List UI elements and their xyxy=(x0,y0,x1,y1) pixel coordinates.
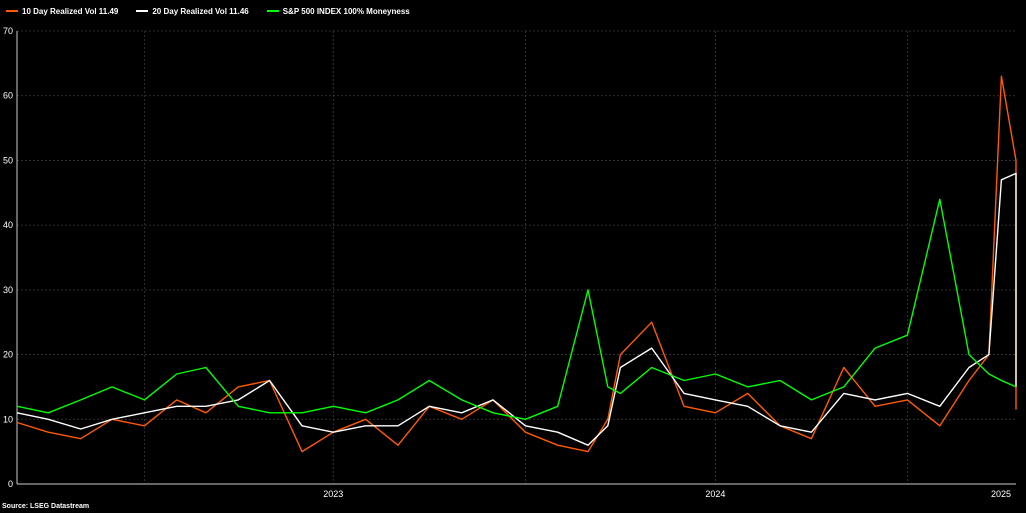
y-tick-label: 60 xyxy=(3,91,13,101)
legend: 10 Day Realized Vol 11.49 20 Day Realize… xyxy=(6,5,410,17)
legend-item-10d: 10 Day Realized Vol 11.49 xyxy=(6,5,118,17)
legend-item-implied: S&P 500 INDEX 100% Moneyness xyxy=(266,5,410,17)
series-lines xyxy=(16,75,1017,453)
y-tick-label: 50 xyxy=(3,155,13,165)
axes: 0 10 20 30 40 50 60 70 2023 2024 2025 xyxy=(3,26,1016,499)
series-line-1 xyxy=(16,172,1017,446)
source-note: Source: LSEG Datastream xyxy=(2,503,90,510)
y-tick-label: 0 xyxy=(8,479,13,489)
x-tick-label: 2024 xyxy=(705,489,725,499)
series-line-2 xyxy=(16,198,1017,420)
series-line-0 xyxy=(16,75,1017,453)
legend-item-20d: 20 Day Realized Vol 11.46 xyxy=(136,5,249,17)
gridlines xyxy=(17,30,1016,484)
legend-label-10d: 10 Day Realized Vol 11.49 xyxy=(22,6,119,16)
x-tick-label: 2025 xyxy=(991,489,1011,499)
y-tick-label: 30 xyxy=(3,285,13,295)
chart-canvas: 0 10 20 30 40 50 60 70 2023 2024 2025 xyxy=(3,26,1017,499)
legend-label-20d: 20 Day Realized Vol 11.46 xyxy=(152,6,249,16)
y-tick-label: 10 xyxy=(3,414,13,424)
legend-swatch-10d xyxy=(6,10,18,12)
y-tick-label: 70 xyxy=(3,26,13,36)
y-tick-label: 20 xyxy=(3,350,13,360)
legend-swatch-20d xyxy=(136,10,149,12)
y-tick-label: 40 xyxy=(3,220,13,230)
legend-swatch-implied xyxy=(266,10,279,12)
x-tick-label: 2023 xyxy=(323,489,343,499)
legend-label-implied: S&P 500 INDEX 100% Moneyness xyxy=(282,6,410,16)
